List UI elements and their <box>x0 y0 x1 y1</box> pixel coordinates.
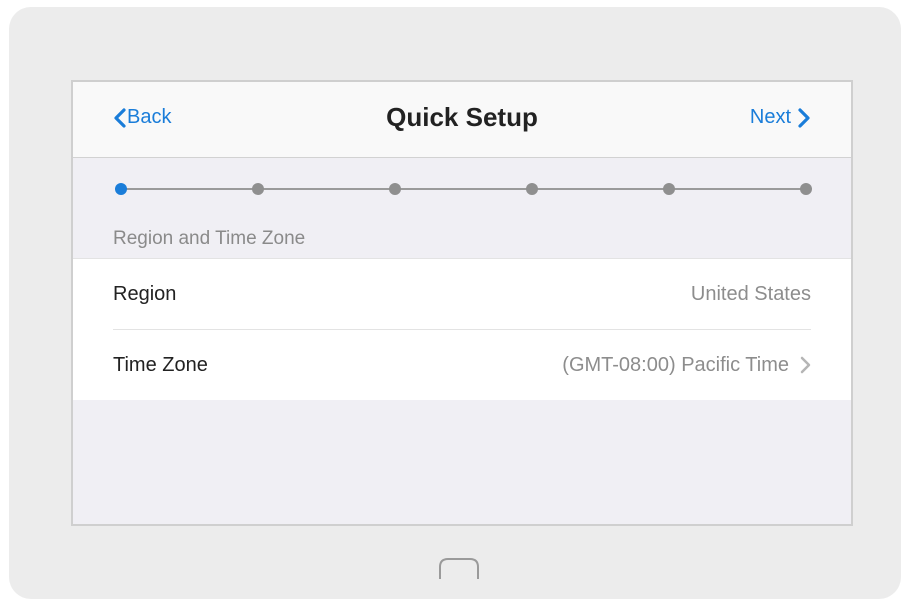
progress-line <box>121 188 803 190</box>
screen: Back Quick Setup Next Region and Time Zo… <box>71 80 853 526</box>
next-button[interactable]: Next <box>750 106 811 129</box>
time-zone-row[interactable]: Time Zone (GMT-08:00) Pacific Time <box>113 330 811 400</box>
step-dot-2 <box>252 183 264 195</box>
step-dot-1 <box>115 183 127 195</box>
navigation-bar: Back Quick Setup Next <box>73 82 851 158</box>
time-zone-value-group: (GMT-08:00) Pacific Time <box>562 354 811 377</box>
region-value: United States <box>690 282 811 305</box>
chevron-right-icon <box>799 355 811 375</box>
step-dot-5 <box>663 183 675 195</box>
home-button-icon[interactable] <box>436 555 482 581</box>
time-zone-value: (GMT-08:00) Pacific Time <box>562 353 789 376</box>
page-title: Quick Setup <box>386 102 538 132</box>
step-dot-3 <box>389 183 401 195</box>
section-label: Region and Time Zone <box>113 228 306 249</box>
settings-list: Region United States Time Zone (GMT-08:0… <box>73 258 851 400</box>
region-label: Region <box>113 282 177 305</box>
next-label: Next <box>749 106 791 128</box>
region-row[interactable]: Region United States <box>113 259 811 330</box>
time-zone-label: Time Zone <box>113 353 208 376</box>
step-dot-4 <box>526 183 538 195</box>
chevron-right-icon <box>797 107 811 128</box>
step-dot-6 <box>800 183 812 195</box>
